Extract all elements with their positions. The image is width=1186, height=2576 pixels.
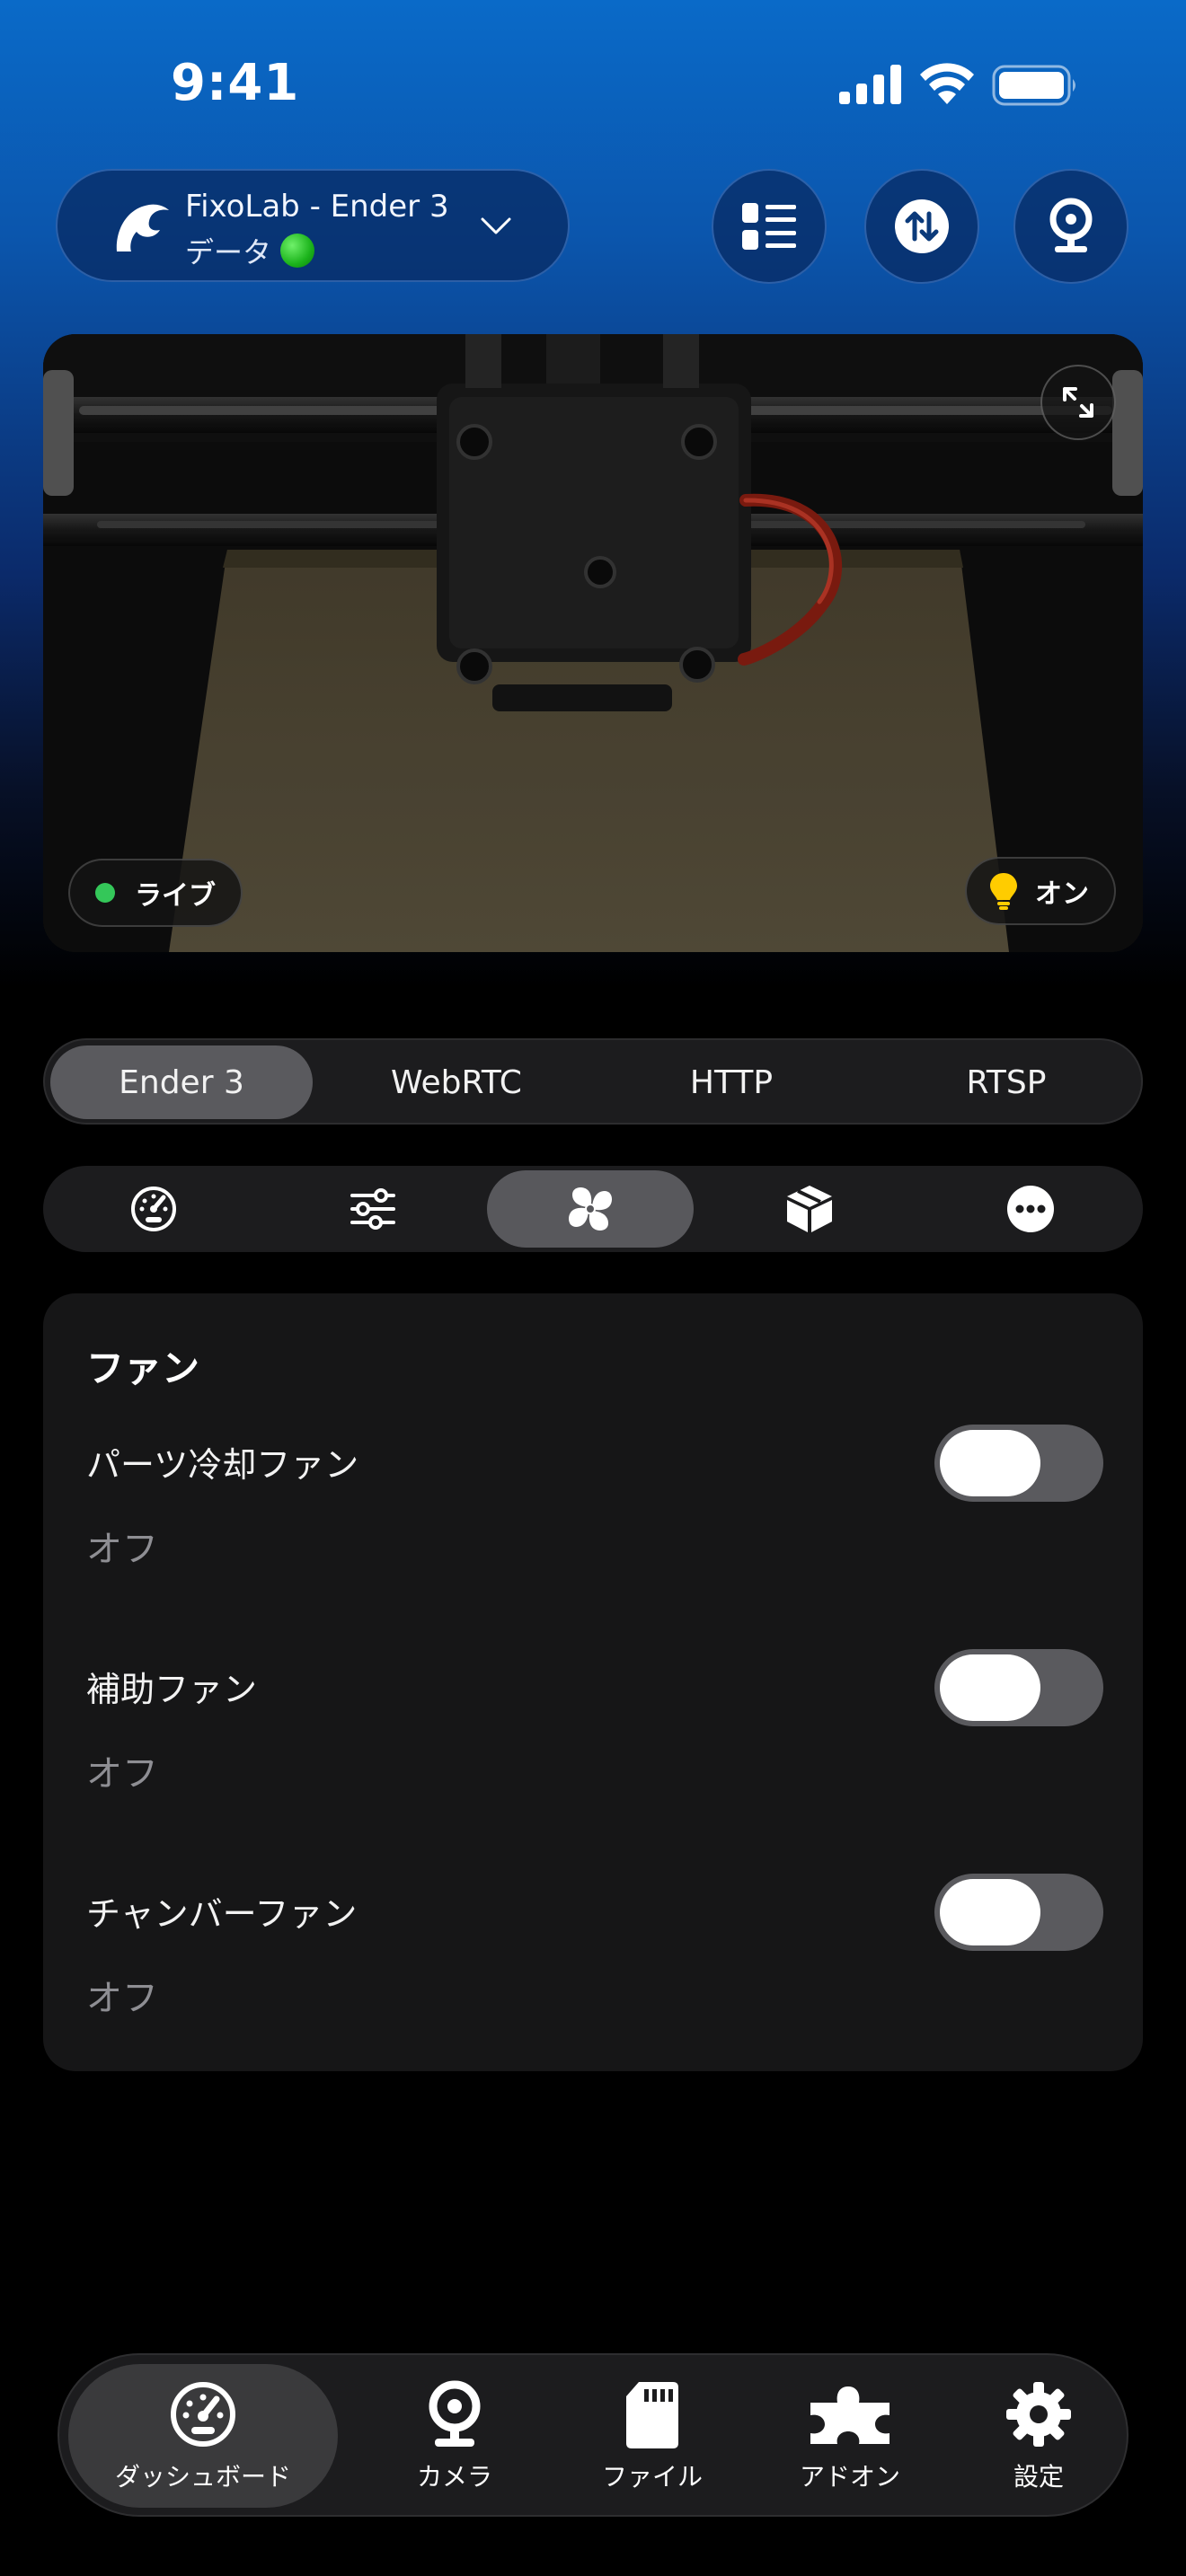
toggle-knob [940,1879,1040,1945]
status-bar: 9:41 [0,0,1186,171]
tab-more[interactable] [927,1170,1134,1248]
chamber-fan-toggle[interactable] [934,1874,1103,1951]
auxiliary-fan-toggle[interactable] [934,1649,1103,1726]
up-down-arrows-icon [895,199,949,253]
printer-subtitle: データ [185,230,315,271]
cube-icon [787,1186,832,1232]
light-toggle-button[interactable]: オン [965,857,1116,925]
tabbar-dashboard[interactable]: ダッシュボード [68,2364,338,2508]
sliders-icon [350,1188,395,1230]
chevron-down-icon [481,217,511,234]
status-time: 9:41 [171,54,300,112]
dashboard-icon [171,2382,235,2447]
light-label: オン [1035,878,1089,910]
tabbar-label: カメラ [416,2462,492,2492]
tab-http[interactable]: HTTP [600,1045,863,1119]
fan-icon [569,1187,612,1231]
live-indicator-dot [95,883,115,903]
tabbar-files[interactable]: ファイル [553,2364,751,2508]
live-label: ライブ [135,880,216,912]
fan-state: オフ [86,1529,158,1570]
connection-status-dot [280,234,315,268]
list-icon [742,203,796,250]
fan-row-chamber: チャンバーファン オフ [43,1874,1143,2066]
fan-card-title: ファン [86,1346,200,1390]
fan-card: ファン パーツ冷却ファン オフ 補助ファン オフ チャンバーファン オフ [43,1293,1143,2071]
tabbar-addons[interactable]: アドオン [751,2364,949,2508]
gear-icon [1006,2382,1071,2447]
tabbar-label: ファイル [601,2462,703,2492]
cellular-signal-icon [839,65,901,104]
tabbar-camera[interactable]: カメラ [356,2364,553,2508]
webcam-icon [429,2380,481,2447]
tabbar-label: アドオン [799,2462,900,2492]
webcam-button[interactable] [1013,169,1128,284]
lightbulb-icon [990,873,1017,910]
printer-subtitle-text: データ [185,235,272,269]
fan-name: パーツ冷却ファン [86,1445,359,1485]
control-tabs [43,1166,1143,1252]
tabbar-settings[interactable]: 設定 [949,2364,1128,2508]
bottom-tab-bar: ダッシュボード カメラ ファイル アドオン 設定 [58,2353,1128,2517]
tab-controls[interactable] [270,1170,476,1248]
tab-rtsp[interactable]: RTSP [875,1045,1137,1119]
fan-row-auxiliary: 補助ファン オフ [43,1649,1143,1841]
fan-state: オフ [86,1753,158,1795]
toggle-knob [940,1654,1040,1721]
toggle-knob [940,1430,1040,1496]
camera-view[interactable]: ライブ オン [43,334,1143,952]
wifi-icon [920,63,974,104]
tabbar-label: ダッシュボード [114,2462,291,2492]
fan-row-part-cooling: パーツ冷却ファン オフ [43,1425,1143,1617]
list-button[interactable] [712,169,827,284]
tab-ender3[interactable]: Ender 3 [50,1045,313,1119]
fan-state: オフ [86,1978,158,2019]
live-badge: ライブ [68,859,243,927]
expand-icon [1063,387,1093,418]
stream-source-tabs: Ender 3 WebRTC HTTP RTSP [43,1038,1143,1125]
sd-card-icon [626,2382,678,2448]
tab-dashboard-gauge[interactable] [50,1170,257,1248]
transfer-button[interactable] [864,169,979,284]
dashboard-gauge-icon [131,1187,176,1231]
tab-extrude[interactable] [706,1170,913,1248]
printer-name: FixoLab - Ender 3 [185,189,449,225]
printer-selector[interactable]: FixoLab - Ender 3 データ [56,169,570,282]
app-logo-icon [116,204,169,251]
tabbar-label: 設定 [1013,2462,1064,2492]
fullscreen-button[interactable] [1040,365,1116,440]
part-cooling-fan-toggle[interactable] [934,1425,1103,1502]
battery-icon [992,65,1075,106]
tab-fans[interactable] [487,1170,694,1248]
webcam-icon [1049,198,1093,252]
tab-webrtc[interactable]: WebRTC [325,1045,588,1119]
puzzle-icon [810,2386,890,2444]
more-icon [1007,1186,1054,1232]
fan-name: チャンバーファン [86,1894,358,1934]
fan-name: 補助ファン [86,1670,258,1709]
